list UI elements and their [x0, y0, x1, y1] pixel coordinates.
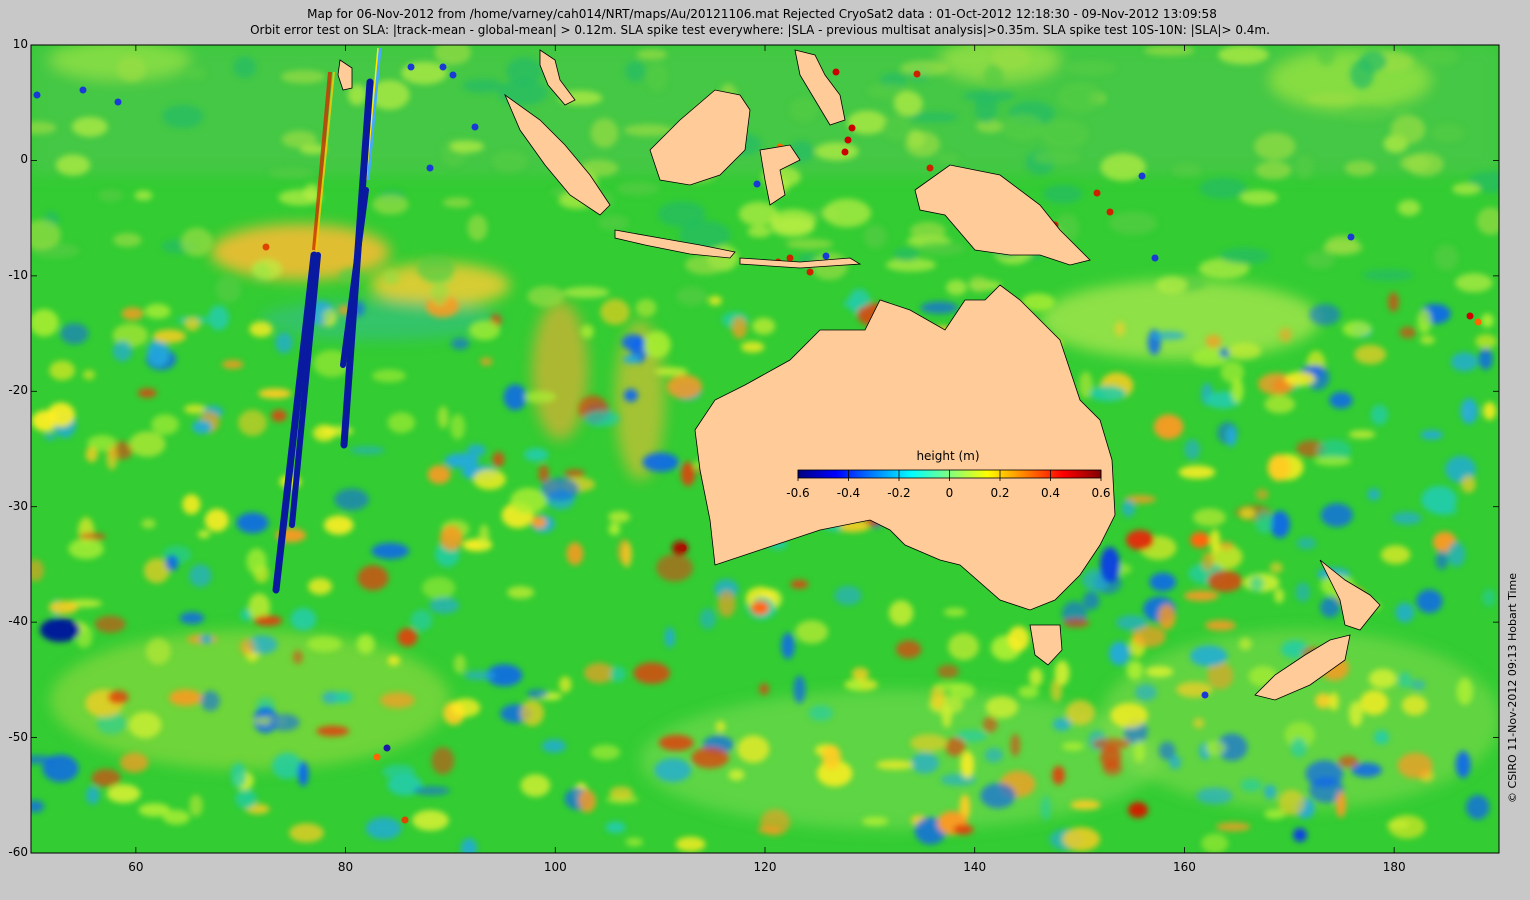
rejected-point — [844, 136, 852, 144]
rejected-point — [822, 252, 830, 260]
rejected-point — [1474, 318, 1482, 326]
colorbar-tick-label: 0.6 — [1091, 486, 1110, 500]
latitude-tick-label: 0 — [20, 152, 28, 167]
latitude-tick-label: -30 — [8, 498, 28, 513]
rejected-point — [471, 123, 479, 131]
rejected-point — [401, 816, 409, 824]
colorbar-tick-label: -0.4 — [837, 486, 860, 500]
rejected-point — [114, 98, 122, 106]
rejected-point — [1138, 172, 1146, 180]
colorbar-tick-label: 0.2 — [990, 486, 1009, 500]
rejected-point — [407, 63, 415, 71]
rejected-point — [1347, 233, 1355, 241]
rejected-point — [1201, 691, 1209, 699]
rejected-point — [1106, 208, 1114, 216]
colorbar-tick-label: 0 — [946, 486, 954, 500]
longitude-tick-label: 180 — [1382, 860, 1406, 874]
longitude-tick-label: 80 — [337, 860, 354, 874]
rejected-point — [913, 70, 921, 78]
colorbar-label: height (m) — [916, 449, 979, 463]
rejected-point — [926, 164, 934, 172]
rejected-point — [841, 148, 849, 156]
longitude-tick-label: 60 — [128, 860, 144, 874]
rejected-point — [786, 254, 794, 262]
map-figure: Map for 06-Nov-2012 from /home/varney/ca… — [0, 0, 1530, 900]
rejected-point — [1466, 312, 1474, 320]
rejected-point — [1093, 189, 1101, 197]
latitude-tick-label: 10 — [12, 37, 28, 51]
longitude-tick-label: 100 — [543, 860, 567, 874]
rejected-point — [33, 91, 41, 99]
rejected-point — [806, 268, 814, 276]
rejected-point — [679, 544, 687, 552]
rejected-point — [383, 744, 391, 752]
colorbar-tick-label: -0.6 — [786, 486, 809, 500]
rejected-point — [832, 68, 840, 76]
rejected-point — [753, 180, 761, 188]
colorbar-tick-label: 0.4 — [1041, 486, 1060, 500]
credit-container: © CSIRO 11-Nov-2012 09:13 Hobart Time — [1506, 573, 1524, 855]
latitude-tick-label: -60 — [8, 845, 28, 859]
longitude-tick-label: 160 — [1172, 860, 1196, 874]
credit-text: © CSIRO 11-Nov-2012 09:13 Hobart Time — [1506, 573, 1519, 803]
rejected-point — [1151, 254, 1159, 262]
latitude-tick-label: -40 — [8, 614, 28, 629]
latitude-tick-label: -10 — [8, 267, 28, 282]
latitude-tick-label: -50 — [8, 729, 28, 744]
rejected-point — [449, 71, 457, 79]
rejected-point — [373, 753, 381, 761]
rejected-point — [439, 63, 447, 71]
rejected-point — [426, 164, 434, 172]
latitude-tick-label: -20 — [8, 383, 28, 398]
longitude-tick-label: 120 — [753, 860, 777, 874]
rejected-point — [262, 243, 270, 251]
rejected-point — [848, 124, 856, 132]
map-plot: height (m) -0.6 -0.4 -0.2 0 0.2 0.4 0.6 — [30, 44, 1500, 854]
colorbar-tick-label: -0.2 — [887, 486, 910, 500]
rejected-point — [79, 86, 87, 94]
longitude-tick-label: 140 — [963, 860, 987, 874]
